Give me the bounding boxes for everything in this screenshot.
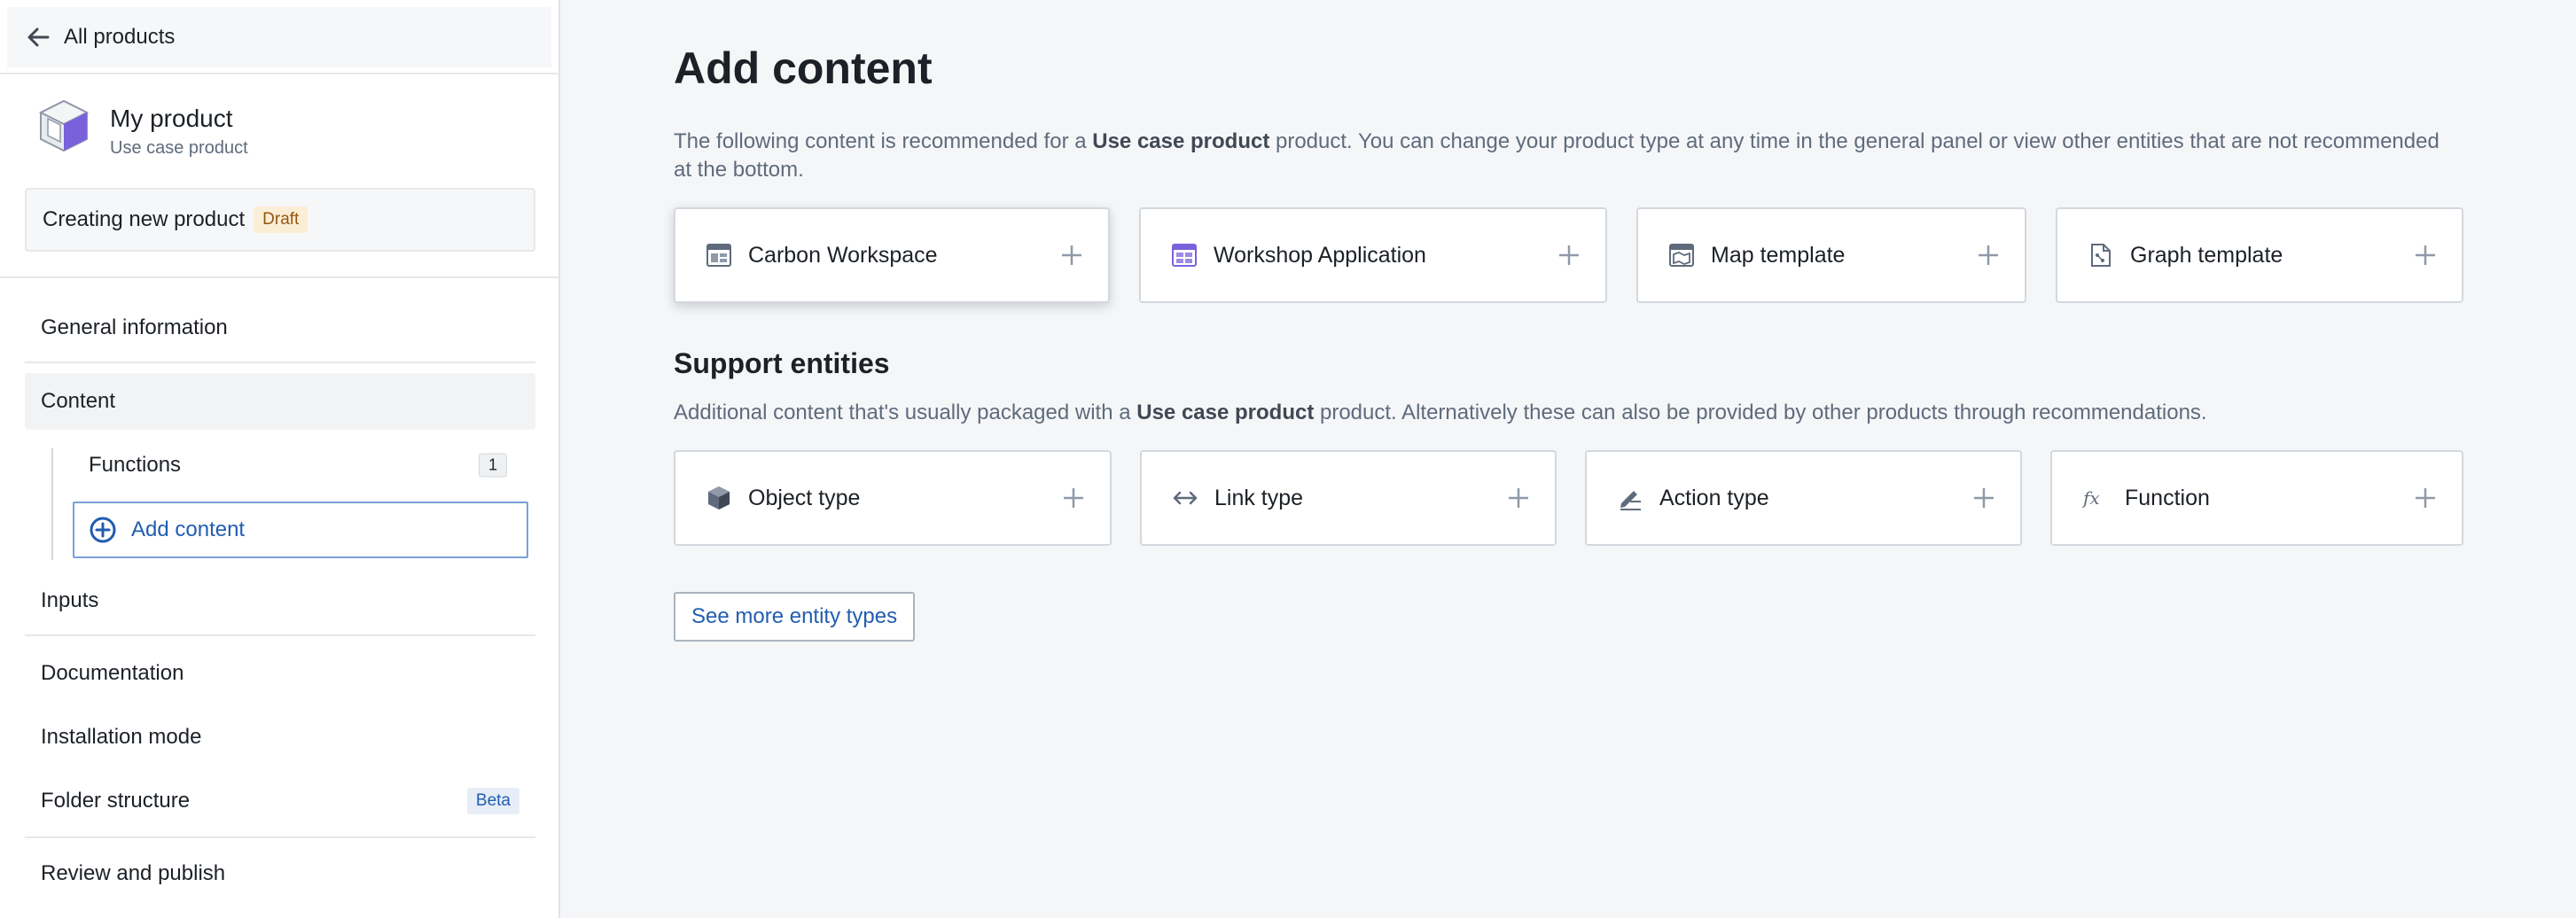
plus-icon	[2416, 245, 2435, 265]
map-template-icon	[1668, 242, 1695, 268]
status-label: Creating new product	[43, 207, 246, 231]
functions-label: Functions	[89, 453, 182, 477]
card-label: Object type	[748, 485, 861, 510]
card-workshop-application[interactable]: Workshop Application	[1139, 207, 1607, 303]
divider	[25, 836, 535, 838]
desc-text: The following content is recommended for…	[674, 129, 1093, 153]
nav-review-and-publish[interactable]: Review and publish	[25, 845, 535, 902]
all-products-link[interactable]: All products	[7, 7, 551, 67]
plus-icon	[1062, 245, 1081, 265]
action-type-icon	[1617, 485, 1643, 511]
product-header: My product Use case product	[35, 97, 248, 159]
card-label: Workshop Application	[1214, 242, 1426, 268]
add-content-label: Add content	[131, 517, 246, 541]
nav-documentation[interactable]: Documentation	[25, 645, 535, 702]
nav-functions[interactable]: Functions 1	[73, 439, 519, 492]
recommended-description: The following content is recommended for…	[674, 128, 2455, 184]
folder-structure-label: Folder structure	[41, 789, 191, 813]
nav-folder-structure[interactable]: Folder structure Beta	[25, 773, 535, 829]
nav-content[interactable]: Content	[25, 373, 535, 430]
graph-template-icon	[2088, 242, 2114, 268]
sidebar: All products My product Use case product…	[0, 0, 560, 918]
plus-icon	[2416, 488, 2435, 508]
card-graph-template[interactable]: Graph template	[2056, 207, 2463, 303]
desc-text: Additional content that's usually packag…	[674, 401, 1137, 424]
workshop-application-icon	[1171, 242, 1198, 268]
svg-text:fx: fx	[2082, 487, 2100, 509]
desc-text: product. Alternatively these can also be…	[1314, 401, 2207, 424]
card-map-template[interactable]: Map template	[1636, 207, 2026, 303]
product-type: Use case product	[110, 138, 248, 158]
draft-badge: Draft	[254, 206, 308, 233]
card-function[interactable]: fx Function	[2050, 450, 2463, 546]
card-link-type[interactable]: Link type	[1140, 450, 1557, 546]
arrow-left-icon	[25, 24, 51, 51]
desc-product-type: Use case product	[1092, 129, 1270, 153]
card-object-type[interactable]: Object type	[674, 450, 1112, 546]
plus-icon	[1979, 245, 1998, 265]
card-label: Action type	[1659, 485, 1769, 510]
card-label: Map template	[1711, 242, 1846, 268]
nav-add-content[interactable]: Add content	[73, 502, 528, 558]
divider	[25, 634, 535, 636]
card-label: Carbon Workspace	[748, 242, 938, 268]
support-description: Additional content that's usually packag…	[674, 399, 2455, 427]
nav-installation-mode[interactable]: Installation mode	[25, 709, 535, 766]
divider	[25, 362, 535, 363]
beta-badge: Beta	[466, 788, 519, 814]
card-action-type[interactable]: Action type	[1585, 450, 2022, 546]
function-icon: fx	[2082, 485, 2109, 511]
divider	[0, 73, 558, 74]
link-type-icon	[1172, 485, 1198, 511]
page-title: Add content	[674, 43, 933, 93]
see-more-entity-types-button[interactable]: See more entity types	[674, 592, 916, 642]
tree-line	[51, 448, 53, 560]
carbon-workspace-icon	[706, 242, 732, 268]
card-carbon-workspace[interactable]: Carbon Workspace	[674, 207, 1110, 303]
add-circle-icon	[90, 517, 116, 543]
functions-count-badge: 1	[478, 453, 507, 478]
card-label: Graph template	[2130, 242, 2283, 268]
divider	[0, 276, 558, 278]
plus-icon	[1064, 488, 1083, 508]
nav-general-information[interactable]: General information	[25, 300, 535, 356]
plus-icon	[1509, 488, 1528, 508]
support-entities-title: Support entities	[674, 347, 890, 379]
all-products-label: All products	[64, 25, 176, 49]
card-label: Function	[2125, 485, 2210, 510]
plus-icon	[1559, 245, 1579, 265]
product-status: Creating new product Draft	[25, 188, 535, 252]
plus-icon	[1974, 488, 1994, 508]
product-name: My product	[110, 105, 233, 132]
product-cube-icon	[38, 99, 90, 152]
card-label: Link type	[1214, 485, 1304, 510]
nav-inputs[interactable]: Inputs	[25, 572, 535, 629]
desc-product-type: Use case product	[1136, 401, 1315, 424]
object-type-icon	[706, 485, 732, 511]
